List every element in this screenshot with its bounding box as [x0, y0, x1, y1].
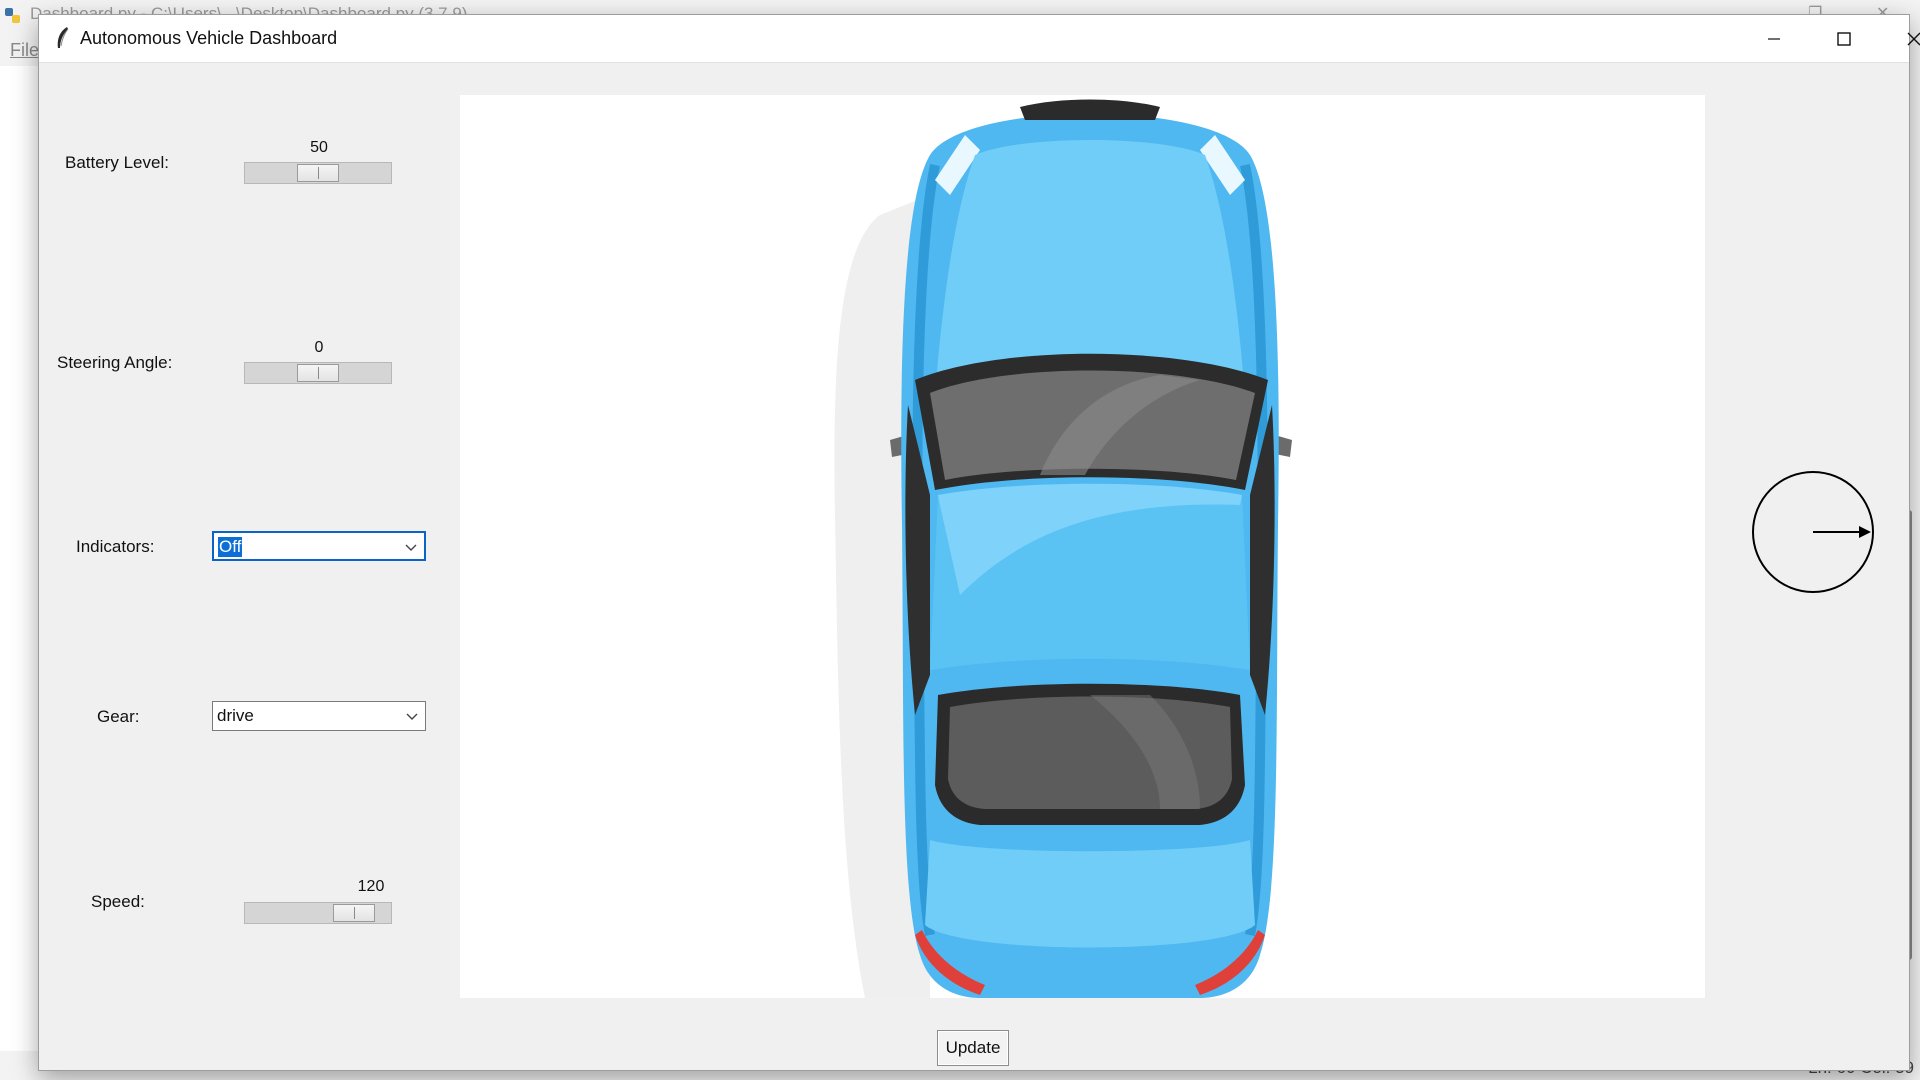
window-content: Battery Level: 50 Steering Angle: 0 Indi…	[39, 62, 1909, 1070]
python-icon	[5, 8, 20, 23]
steering-value: 0	[314, 339, 324, 356]
vehicle-canvas	[460, 95, 1705, 998]
car-top-view-image	[834, 99, 1292, 998]
update-button[interactable]: Update	[937, 1030, 1009, 1066]
gear-value: drive	[217, 706, 254, 725]
speed-value: 120	[357, 878, 385, 895]
battery-value: 50	[310, 139, 328, 156]
indicators-value: Off	[218, 537, 243, 557]
gear-label: Gear:	[97, 707, 140, 726]
maximize-button[interactable]	[1809, 15, 1879, 62]
titlebar: Autonomous Vehicle Dashboard	[39, 15, 1920, 63]
speed-label: Speed:	[91, 892, 145, 911]
maximize-icon	[1837, 31, 1851, 46]
steering-slider[interactable]	[244, 362, 392, 384]
chevron-down-icon[interactable]	[403, 707, 421, 725]
gear-combobox[interactable]: drive	[212, 701, 426, 731]
battery-slider[interactable]	[244, 162, 392, 184]
indicators-label: Indicators:	[76, 537, 155, 556]
minimize-icon	[1768, 37, 1780, 40]
steering-slider-thumb[interactable]	[297, 364, 339, 382]
battery-slider-thumb[interactable]	[297, 164, 339, 182]
close-button[interactable]	[1879, 15, 1920, 62]
direction-compass	[1752, 471, 1874, 593]
minimize-button[interactable]	[1739, 15, 1809, 62]
steering-label: Steering Angle:	[57, 353, 173, 372]
battery-label: Battery Level:	[65, 153, 169, 172]
dashboard-window: Autonomous Vehicle Dashboard Battery Lev…	[38, 14, 1920, 1071]
tk-feather-icon	[57, 27, 69, 48]
window-title: Autonomous Vehicle Dashboard	[80, 28, 338, 48]
direction-arrow-icon	[1813, 526, 1871, 538]
menu-file[interactable]: File	[10, 40, 39, 61]
background-editor-area	[0, 66, 39, 1051]
close-icon	[1907, 32, 1920, 45]
chevron-down-icon[interactable]	[402, 538, 420, 556]
speed-slider[interactable]	[244, 902, 392, 924]
speed-slider-thumb[interactable]	[333, 904, 375, 922]
indicators-combobox[interactable]: Off	[212, 531, 426, 561]
